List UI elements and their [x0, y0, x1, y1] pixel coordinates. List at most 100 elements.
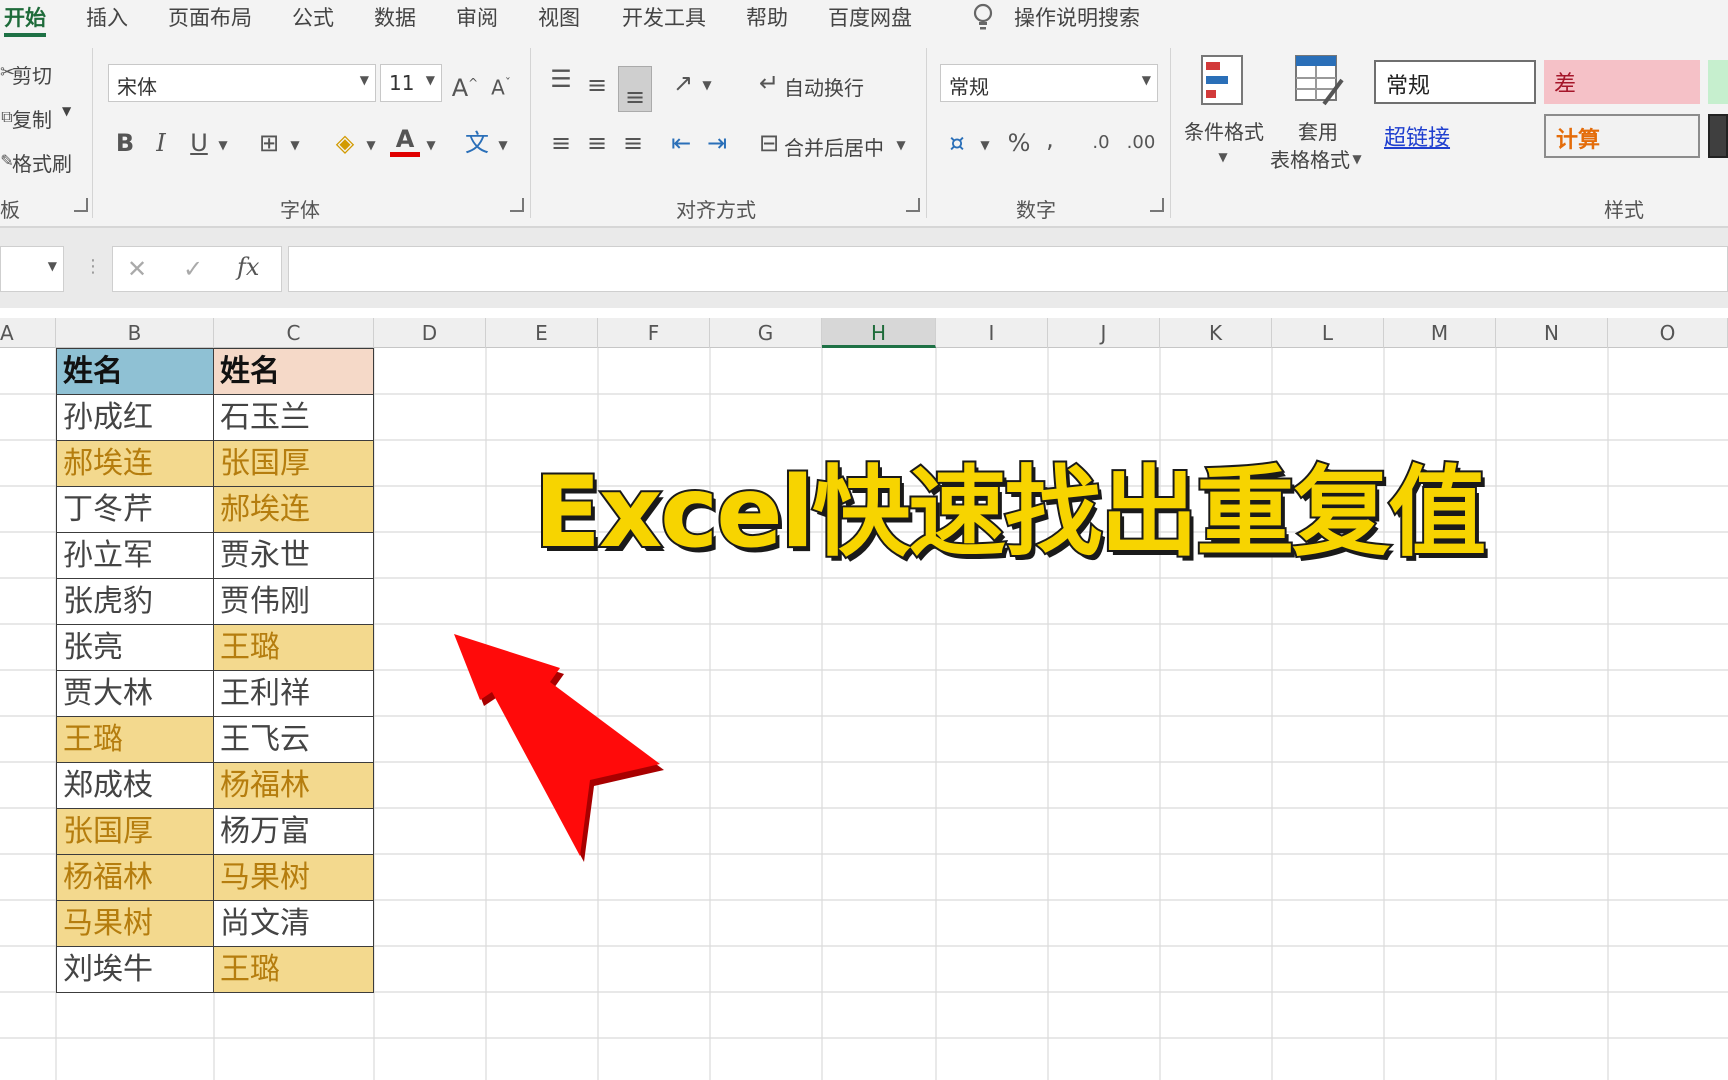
table-cell-b[interactable]: 贾大林 [56, 670, 214, 717]
chevron-down-icon[interactable]: ▼ [494, 130, 512, 160]
font-color-icon[interactable]: A [390, 126, 420, 157]
table-cell-b[interactable]: 丁冬芹 [56, 486, 214, 533]
column-header-m[interactable]: M [1384, 318, 1496, 348]
table-cell-b[interactable]: 张虎豹 [56, 578, 214, 625]
chevron-down-icon[interactable]: ▼ [976, 130, 994, 160]
chevron-down-icon[interactable]: ▼ [892, 130, 910, 160]
column-header-l[interactable]: L [1272, 318, 1384, 348]
table-cell-c[interactable]: 王璐 [213, 946, 374, 993]
tab-data[interactable]: 数据 [374, 2, 416, 32]
align-middle-icon[interactable]: ≡ [582, 70, 612, 100]
borders-icon[interactable]: ⊞ [254, 128, 284, 158]
wrap-text-button[interactable]: 自动换行 [784, 72, 864, 101]
table-cell-b[interactable]: 孙立军 [56, 532, 214, 579]
fill-color-icon[interactable]: ◈ [330, 128, 360, 158]
tab-page-layout[interactable]: 页面布局 [168, 2, 252, 32]
tab-review[interactable]: 审阅 [456, 2, 498, 32]
column-header-a[interactable]: A [0, 318, 56, 348]
table-cell-c[interactable]: 杨万富 [213, 808, 374, 855]
percent-icon[interactable]: % [1004, 128, 1034, 158]
font-name-combo[interactable]: 宋体 ▼ [108, 64, 376, 102]
insert-function-icon[interactable]: fx [237, 253, 259, 281]
table-cell-b[interactable]: 郑成枝 [56, 762, 214, 809]
decrease-indent-icon[interactable]: ⇤ [666, 128, 696, 158]
copy-button[interactable]: 复制 [12, 104, 52, 133]
conditional-formatting-button[interactable]: 条件格式 [1184, 116, 1264, 145]
style-calculation[interactable]: 计算 [1544, 114, 1700, 158]
tab-insert[interactable]: 插入 [86, 2, 128, 32]
tab-help[interactable]: 帮助 [746, 2, 788, 32]
tab-formulas[interactable]: 公式 [292, 2, 334, 32]
table-cell-b[interactable]: 郝埃连 [56, 440, 214, 487]
style-check-swatch[interactable] [1708, 114, 1728, 158]
phonetic-icon[interactable]: 文 [462, 128, 492, 158]
increase-decimal-icon[interactable]: .0 [1086, 128, 1116, 158]
drag-handle-icon[interactable]: ⋮ [84, 256, 102, 277]
column-header-c[interactable]: C [214, 318, 374, 348]
chevron-down-icon[interactable]: ▼ [422, 130, 440, 160]
enter-check-icon[interactable]: ✓ [183, 255, 203, 283]
table-cell-c[interactable]: 贾永世 [213, 532, 374, 579]
column-header-f[interactable]: F [598, 318, 710, 348]
align-bottom-icon[interactable]: ≡ [618, 66, 652, 112]
comma-style-icon[interactable]: , [1040, 124, 1060, 154]
column-header-b[interactable]: B [56, 318, 214, 348]
table-cell-b[interactable]: 王璐 [56, 716, 214, 763]
column-header-d[interactable]: D [374, 318, 486, 348]
tab-view[interactable]: 视图 [538, 2, 580, 32]
column-header-o[interactable]: O [1608, 318, 1728, 348]
table-cell-c[interactable]: 杨福林 [213, 762, 374, 809]
header-cell-c[interactable]: 姓名 [213, 348, 374, 395]
style-bad[interactable]: 差 [1544, 60, 1700, 104]
merge-center-button[interactable]: 合并后居中 [784, 132, 884, 161]
align-right-icon[interactable]: ≡ [618, 128, 648, 158]
formula-input[interactable] [288, 246, 1728, 292]
chevron-down-icon[interactable]: ▼ [362, 130, 380, 160]
decrease-decimal-icon[interactable]: .00 [1126, 128, 1156, 158]
table-cell-c[interactable]: 王璐 [213, 624, 374, 671]
alignment-launcher-icon[interactable] [906, 198, 920, 212]
decrease-font-icon[interactable]: Aˇ [486, 68, 516, 103]
name-box[interactable]: ▼ [0, 246, 64, 292]
style-good-swatch[interactable] [1708, 60, 1728, 104]
table-cell-c[interactable]: 王飞云 [213, 716, 374, 763]
style-hyperlink[interactable]: 超链接 [1374, 114, 1536, 158]
chevron-down-icon[interactable]: ▼ [1348, 144, 1366, 174]
style-normal[interactable]: 常规 [1374, 60, 1536, 104]
tab-developer[interactable]: 开发工具 [622, 2, 706, 32]
align-center-icon[interactable]: ≡ [582, 128, 612, 158]
chevron-down-icon[interactable]: ▼ [1214, 142, 1232, 172]
cut-button[interactable]: 剪切 [12, 60, 52, 89]
format-as-table-button-line2[interactable]: 表格格式 [1270, 144, 1350, 173]
tab-home[interactable]: 开始 [4, 2, 46, 32]
column-header-n[interactable]: N [1496, 318, 1608, 348]
increase-indent-icon[interactable]: ⇥ [702, 128, 732, 158]
column-header-i[interactable]: I [936, 318, 1048, 348]
table-cell-b[interactable]: 孙成红 [56, 394, 214, 441]
bold-icon[interactable]: B [112, 128, 138, 158]
table-cell-c[interactable]: 贾伟刚 [213, 578, 374, 625]
column-header-e[interactable]: E [486, 318, 598, 348]
lightbulb-icon[interactable] [972, 2, 994, 32]
format-painter-button[interactable]: 格式刷 [12, 148, 72, 177]
italic-icon[interactable]: I [148, 128, 174, 158]
increase-font-icon[interactable]: A^ [450, 68, 480, 103]
table-cell-c[interactable]: 石玉兰 [213, 394, 374, 441]
chevron-down-icon[interactable]: ▼ [214, 130, 232, 160]
clipboard-launcher-icon[interactable] [74, 198, 88, 212]
column-header-g[interactable]: G [710, 318, 822, 348]
chevron-down-icon[interactable]: ▼ [698, 70, 716, 100]
font-launcher-icon[interactable] [510, 198, 524, 212]
table-cell-c[interactable]: 尚文清 [213, 900, 374, 947]
copy-dropdown-icon[interactable]: ▼ [62, 104, 71, 118]
column-header-j[interactable]: J [1048, 318, 1160, 348]
chevron-down-icon[interactable]: ▼ [286, 130, 304, 160]
table-cell-b[interactable]: 张亮 [56, 624, 214, 671]
align-top-icon[interactable]: ☰ [546, 64, 576, 94]
table-cell-b[interactable]: 刘埃牛 [56, 946, 214, 993]
table-cell-c[interactable]: 郝埃连 [213, 486, 374, 533]
align-left-icon[interactable]: ≡ [546, 128, 576, 158]
font-size-combo[interactable]: 11 ▼ [380, 64, 442, 102]
column-header-h[interactable]: H [822, 318, 936, 348]
table-cell-c[interactable]: 王利祥 [213, 670, 374, 717]
